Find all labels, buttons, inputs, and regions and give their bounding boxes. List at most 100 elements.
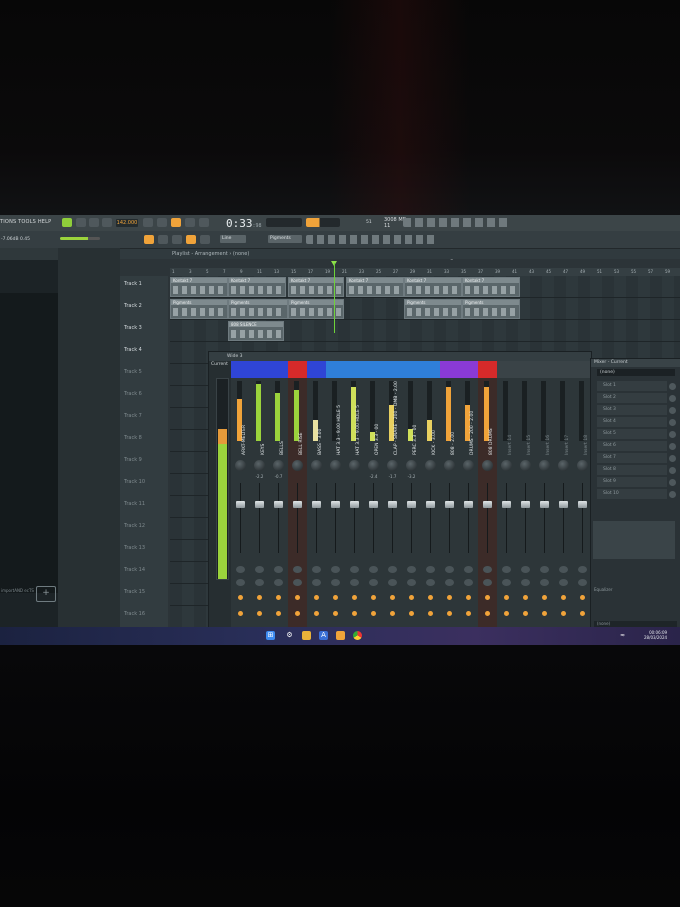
effect-slot[interactable]: Slot 6: [597, 441, 667, 451]
volume-fader[interactable]: [331, 501, 340, 508]
send-knob[interactable]: [369, 566, 378, 573]
slot-mix-knob[interactable]: [669, 419, 676, 426]
mixer-insert[interactable]: BELLS -0.7: [269, 361, 289, 633]
route-indicator-icon[interactable]: [238, 595, 243, 600]
effect-slot[interactable]: Slot 5: [597, 429, 667, 439]
send-knob[interactable]: [236, 579, 245, 586]
insert-color-header[interactable]: [269, 361, 288, 378]
route-indicator-icon[interactable]: [485, 611, 490, 616]
volume-fader[interactable]: [559, 501, 568, 508]
insert-name[interactable]: Insert 17: [565, 383, 570, 455]
route-indicator-icon[interactable]: [276, 611, 281, 616]
insert-color-header[interactable]: [231, 361, 250, 378]
timeline-ruler[interactable]: 1 3 5 7 9 11 13 15 17 19 21 23 25 27 29 31 33 35 37 39 41 43 4…: [170, 268, 680, 276]
equalizer-graph[interactable]: [593, 521, 675, 559]
insert-color-header[interactable]: [250, 361, 269, 378]
send-knob[interactable]: [464, 566, 473, 573]
insert-color-header[interactable]: [345, 361, 364, 378]
slot-mix-knob[interactable]: [669, 395, 676, 402]
pattern-clip[interactable]: Kontakt 7: [170, 277, 228, 297]
route-indicator-icon[interactable]: [542, 611, 547, 616]
volume-fader[interactable]: [312, 501, 321, 508]
playhead[interactable]: [334, 263, 335, 333]
insert-name[interactable]: OPEN 3.3 - 00: [375, 383, 380, 455]
volume-fader[interactable]: [236, 501, 245, 508]
track-label[interactable]: Track 2: [124, 303, 142, 309]
route-indicator-icon[interactable]: [409, 595, 414, 600]
slot-mix-knob[interactable]: [669, 383, 676, 390]
mixer-insert[interactable]: PERC 3.3 - 00 -3.2: [402, 361, 422, 633]
insert-name[interactable]: 808 - 2.00: [451, 383, 456, 455]
send-knob[interactable]: [407, 579, 416, 586]
mixer-insert[interactable]: HAT 3.3 - 9.00 HOLE 5: [345, 361, 365, 633]
send-knob[interactable]: [274, 579, 283, 586]
browser-header[interactable]: [0, 248, 58, 260]
route-indicator-icon[interactable]: [504, 611, 509, 616]
insert-name[interactable]: Insert 14: [508, 383, 513, 455]
pan-knob[interactable]: [577, 460, 588, 471]
mixer-insert[interactable]: Insert 15: [516, 361, 536, 633]
draw-tool[interactable]: [158, 235, 168, 244]
route-indicator-icon[interactable]: [276, 595, 281, 600]
pattern-clip[interactable]: Pigments: [404, 299, 462, 319]
pan-knob[interactable]: [330, 460, 341, 471]
pattern-clip[interactable]: Pigments: [170, 299, 228, 319]
route-indicator-icon[interactable]: [371, 595, 376, 600]
track-label[interactable]: Track 16: [124, 611, 145, 617]
insert-name[interactable]: BELLS: [280, 383, 285, 455]
pan-knob[interactable]: [387, 460, 398, 471]
route-indicator-icon[interactable]: [352, 595, 357, 600]
pattern-clip[interactable]: Kontakt 7: [462, 277, 520, 297]
send-knob[interactable]: [540, 579, 549, 586]
fl-studio-icon[interactable]: [336, 631, 345, 640]
send-knob[interactable]: [331, 566, 340, 573]
effect-slot[interactable]: Slot 3: [597, 405, 667, 415]
window-icons[interactable]: [306, 235, 438, 244]
route-indicator-icon[interactable]: [371, 611, 376, 616]
insert-name[interactable]: HAT 3.3 - 9.00 HOLE 5: [337, 383, 342, 455]
slot-mix-knob[interactable]: [669, 455, 676, 462]
send-knob[interactable]: [445, 566, 454, 573]
volume-fader[interactable]: [369, 501, 378, 508]
insert-name[interactable]: BASS - 3.00: [318, 383, 323, 455]
app-icon[interactable]: A: [319, 631, 328, 640]
pattern-clip[interactable]: Kontakt 7: [346, 277, 404, 297]
track-label[interactable]: Track 12: [124, 523, 145, 529]
pattern-clip[interactable]: Kontakt 7: [288, 277, 344, 297]
route-indicator-icon[interactable]: [314, 595, 319, 600]
send-knob[interactable]: [445, 579, 454, 586]
route-indicator-icon[interactable]: [409, 611, 414, 616]
volume-fader[interactable]: [483, 501, 492, 508]
master-volume-slider[interactable]: [60, 237, 100, 240]
effect-slot[interactable]: Slot 9: [597, 477, 667, 487]
send-knob[interactable]: [274, 566, 283, 573]
track-label[interactable]: Track 10: [124, 479, 145, 485]
mixer-insert[interactable]: 808 - 2.00: [440, 361, 460, 633]
send-knob[interactable]: [350, 566, 359, 573]
snap-select[interactable]: Line: [220, 235, 246, 243]
mixer-insert[interactable]: BASS - 3.00: [307, 361, 327, 633]
start-icon[interactable]: ⊞: [266, 631, 275, 640]
send-knob[interactable]: [388, 579, 397, 586]
settings-icon[interactable]: ⚙: [285, 631, 294, 640]
send-knob[interactable]: [464, 579, 473, 586]
effect-slot[interactable]: Slot 2: [597, 393, 667, 403]
pattern-clip[interactable]: Pigments: [228, 299, 288, 319]
insert-color-header[interactable]: [326, 361, 345, 378]
explorer-icon[interactable]: [302, 631, 311, 640]
system-clock[interactable]: 00:06:09 28/03/2024: [644, 630, 667, 640]
pattern-clip[interactable]: Pigments: [288, 299, 344, 319]
send-knob[interactable]: [426, 566, 435, 573]
route-indicator-icon[interactable]: [561, 611, 566, 616]
send-knob[interactable]: [521, 579, 530, 586]
send-knob[interactable]: [293, 579, 302, 586]
slot-mix-knob[interactable]: [669, 491, 676, 498]
pan-knob[interactable]: [482, 460, 493, 471]
stop-button[interactable]: [89, 218, 99, 227]
route-indicator-icon[interactable]: [295, 595, 300, 600]
pattern-clip[interactable]: Pigments: [462, 299, 520, 319]
volume-fader[interactable]: [502, 501, 511, 508]
route-indicator-icon[interactable]: [390, 611, 395, 616]
mixer-insert[interactable]: 808 DRUMS: [478, 361, 498, 633]
wait-button[interactable]: [199, 218, 209, 227]
